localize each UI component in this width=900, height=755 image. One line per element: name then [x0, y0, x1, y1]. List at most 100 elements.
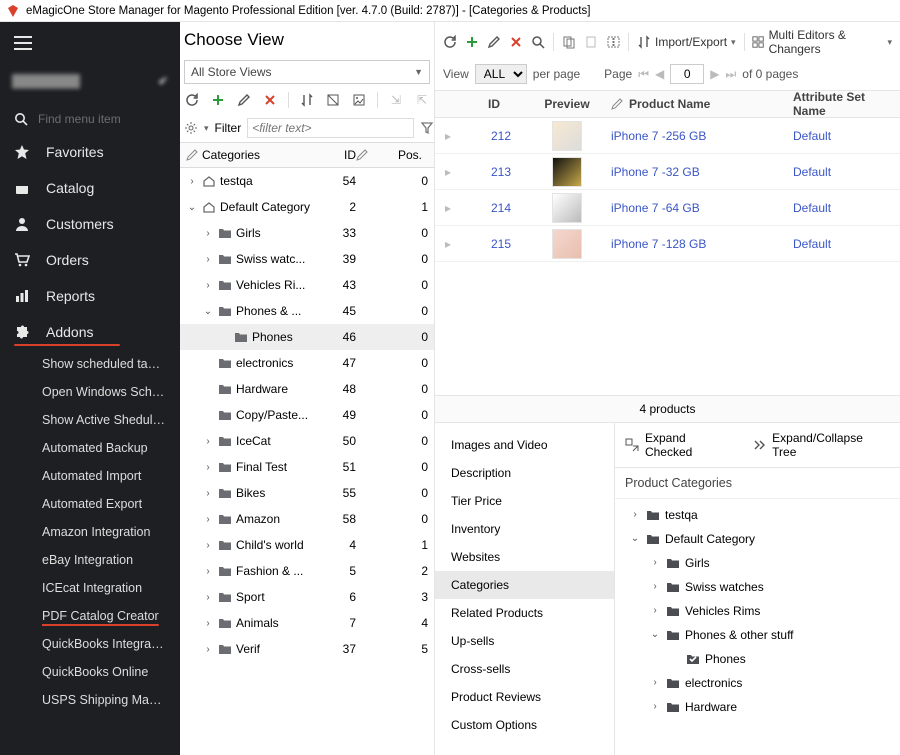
col-pos[interactable]: Pos. [384, 148, 428, 162]
addons-subitem[interactable]: Automated Import [0, 462, 180, 490]
col-categories[interactable]: Categories [202, 148, 260, 162]
category-row[interactable]: ›Bikes550 [180, 480, 434, 506]
addons-subitem[interactable]: Amazon Integration [0, 518, 180, 546]
detail-tab[interactable]: Inventory [435, 515, 614, 543]
expand-icon[interactable]: › [649, 701, 661, 712]
pc-tree-row[interactable]: ›Hardware [625, 695, 890, 719]
expand-icon[interactable]: › [186, 176, 198, 187]
detail-tab[interactable]: Tier Price [435, 487, 614, 515]
category-row[interactable]: ›testqa540 [180, 168, 434, 194]
import-export-button[interactable]: Import/Export▾ [637, 35, 736, 49]
category-row[interactable]: ›Sport63 [180, 584, 434, 610]
pc-tree-row[interactable]: ›testqa [625, 503, 890, 527]
expand-icon[interactable]: › [202, 436, 214, 447]
category-row[interactable]: ⌄Default Category21 [180, 194, 434, 220]
product-id[interactable]: 213 [459, 165, 529, 179]
expand-icon[interactable]: › [629, 509, 641, 520]
addons-subitem[interactable]: Automated Export [0, 490, 180, 518]
sidebar-search[interactable]: Find menu item [0, 104, 180, 134]
pc-tree-row[interactable]: ›electronics [625, 671, 890, 695]
store-view-select[interactable]: All Store Views ▼ [184, 60, 430, 84]
row-handle-icon[interactable]: ▸ [445, 165, 459, 179]
product-attr-set[interactable]: Default [785, 129, 900, 143]
sidebar-item-orders[interactable]: Orders [0, 242, 180, 278]
product-thumbnail[interactable] [529, 193, 605, 223]
copy-icon[interactable] [562, 34, 576, 50]
addons-subitem[interactable]: Open Windows Scheduler [0, 378, 180, 406]
pc-tree-row[interactable]: Phones [625, 647, 890, 671]
product-attr-set[interactable]: Default [785, 201, 900, 215]
expand-icon[interactable]: › [649, 677, 661, 688]
refresh-products-icon[interactable] [443, 34, 457, 50]
addons-subitem[interactable]: QuickBooks Online [0, 658, 180, 686]
sidebar-item-reports[interactable]: Reports [0, 278, 180, 314]
category-row[interactable]: electronics470 [180, 350, 434, 376]
pc-tree-row[interactable]: ›Vehicles Rims [625, 599, 890, 623]
view-count-select[interactable]: ALL [475, 64, 527, 84]
addons-subitem[interactable]: QuickBooks Integration [0, 630, 180, 658]
expand-collapse-button[interactable]: Expand/Collapse Tree [752, 431, 890, 459]
gear-dropdown-icon[interactable]: ▾ [204, 123, 209, 134]
addons-subitem[interactable]: ICEcat Integration [0, 574, 180, 602]
detail-tab[interactable]: Websites [435, 543, 614, 571]
col-preview[interactable]: Preview [529, 97, 605, 111]
addons-subitem[interactable]: Show scheduled tasks [0, 350, 180, 378]
expand-icon[interactable]: › [202, 566, 214, 577]
detail-tab[interactable]: Description [435, 459, 614, 487]
next-page-icon[interactable]: ▶ [710, 67, 719, 81]
pc-tree-row[interactable]: ⌄Phones & other stuff [625, 623, 890, 647]
add-product-icon[interactable] [465, 34, 479, 50]
last-page-icon[interactable]: ⏭ [725, 67, 736, 82]
expand-icon[interactable]: ⌄ [186, 202, 198, 213]
row-handle-icon[interactable]: ▸ [445, 237, 459, 251]
funnel-icon[interactable] [420, 121, 434, 135]
pc-tree-row[interactable]: ›Swiss watches [625, 575, 890, 599]
detail-tab[interactable]: Product Reviews [435, 683, 614, 711]
expand-icon[interactable]: › [649, 557, 661, 568]
addons-subitem[interactable]: Automated Backup [0, 434, 180, 462]
image-icon[interactable] [351, 92, 367, 108]
expand-icon[interactable]: › [202, 540, 214, 551]
contrast-icon[interactable] [325, 92, 341, 108]
expand-icon[interactable]: › [202, 280, 214, 291]
expand-icon[interactable]: › [202, 488, 214, 499]
category-row[interactable]: ›Animals74 [180, 610, 434, 636]
category-row[interactable]: ›Vehicles Ri...430 [180, 272, 434, 298]
product-id[interactable]: 212 [459, 129, 529, 143]
category-row[interactable]: ›Fashion & ...52 [180, 558, 434, 584]
expand-icon[interactable]: › [202, 254, 214, 265]
account-row[interactable]: ████████✔ [0, 58, 180, 104]
product-name[interactable]: iPhone 7 -128 GB [605, 237, 785, 251]
expand-icon[interactable]: › [649, 581, 661, 592]
edit-icon[interactable] [236, 92, 252, 108]
detail-tab[interactable]: Related Products [435, 599, 614, 627]
col-attribute-set[interactable]: Attribute Set Name [785, 90, 900, 118]
product-attr-set[interactable]: Default [785, 165, 900, 179]
multi-editors-button[interactable]: Multi Editors & Changers▾ [752, 28, 892, 56]
category-row[interactable]: Phones460 [180, 324, 434, 350]
expand-checked-button[interactable]: Expand Checked [625, 431, 736, 459]
delete-icon[interactable] [262, 92, 278, 108]
detail-tab[interactable]: Up-sells [435, 627, 614, 655]
expand-icon[interactable]: › [202, 514, 214, 525]
expand-icon[interactable]: › [202, 228, 214, 239]
clone-icon[interactable] [606, 34, 620, 50]
detail-tab[interactable]: Categories [435, 571, 614, 599]
product-name[interactable]: iPhone 7 -64 GB [605, 201, 785, 215]
expand-icon[interactable]: › [202, 644, 214, 655]
addons-subitem[interactable]: USPS Shipping Manage... [0, 686, 180, 714]
category-row[interactable]: ›Final Test510 [180, 454, 434, 480]
page-number-input[interactable] [670, 64, 704, 84]
product-attr-set[interactable]: Default [785, 237, 900, 251]
hamburger-icon[interactable] [0, 28, 180, 58]
filter-input[interactable] [247, 118, 414, 138]
product-thumbnail[interactable] [529, 229, 605, 259]
detail-tab[interactable]: Cross-sells [435, 655, 614, 683]
expand-icon[interactable]: › [202, 618, 214, 629]
product-thumbnail[interactable] [529, 157, 605, 187]
first-page-icon[interactable]: ⏮ [638, 67, 649, 82]
add-icon[interactable] [210, 92, 226, 108]
gear-icon[interactable] [184, 121, 198, 135]
expand-icon[interactable]: ⌄ [649, 629, 661, 640]
category-row[interactable]: ›IceCat500 [180, 428, 434, 454]
